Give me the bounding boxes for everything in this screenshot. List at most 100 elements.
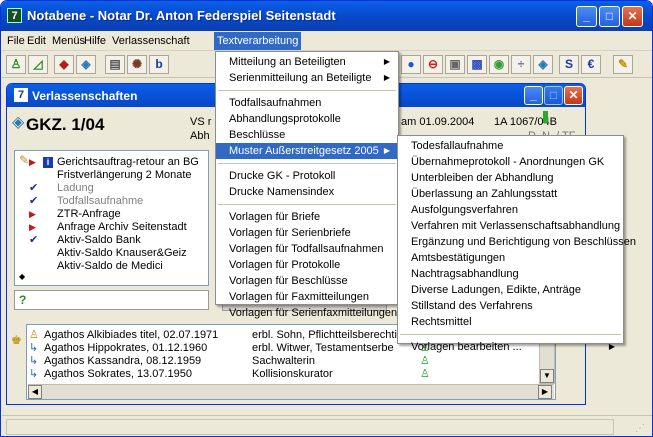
tree-item-label: Todfallsaufnahme — [57, 195, 144, 207]
menu-item[interactable]: Vorlagen für Protokolle — [216, 257, 398, 273]
document-icon[interactable]: ▤ — [105, 55, 125, 74]
child-close-button[interactable]: ✕ — [564, 86, 583, 105]
person-icon[interactable]: ♙ — [6, 55, 26, 74]
menu-item-label: Ausfolgungsverfahren — [411, 204, 519, 216]
menu-menues[interactable]: Menüs — [52, 35, 85, 47]
computer-icon[interactable]: ▩ — [467, 55, 487, 74]
menu-item[interactable]: Vorlagen für Briefe — [216, 209, 398, 225]
menu-item-label: Vorlagen für Briefe — [229, 211, 321, 223]
menu-textverarbeitung[interactable]: Textverarbeitung — [214, 32, 302, 50]
menu-item[interactable]: Vorlagen für Serienbriefe — [216, 225, 398, 241]
edit-pencil-icon[interactable]: ✎ — [19, 153, 29, 167]
menu-item-label: Rechtsmittel — [411, 316, 472, 328]
menu-item[interactable]: Vorlagen für Todfallsaufnahmen — [216, 241, 398, 257]
menu-item[interactable]: Stillstand des Verfahrens — [398, 298, 623, 314]
paragraph-icon[interactable]: S — [559, 55, 579, 74]
menu-item-label: Diverse Ladungen, Edikte, Anträge — [411, 284, 582, 296]
menu-item[interactable]: Unterbleiben der Abhandlung — [398, 170, 623, 186]
child-maximize-button[interactable]: □ — [544, 86, 563, 105]
info-icon: i — [43, 157, 53, 168]
menu-item[interactable]: Überlassung an Zahlungsstatt — [398, 186, 623, 202]
child-minimize-button[interactable]: _ — [524, 86, 543, 105]
submenu-arrow-icon: ▶ — [383, 57, 390, 66]
chart-icon[interactable]: ◿ — [28, 55, 48, 74]
menu-separator — [218, 163, 396, 164]
menu-hilfe[interactable]: Hilfe — [84, 35, 106, 47]
menu-item-label: Vorlagen für Beschlüsse — [229, 275, 348, 287]
scroll-down-button[interactable]: ▼ — [540, 369, 554, 383]
menu-separator — [218, 90, 396, 91]
globe-icon[interactable]: ● — [401, 55, 421, 74]
menu-edit[interactable]: Edit — [27, 35, 46, 47]
menu-item[interactable]: Drucke GK - Protokoll — [216, 168, 398, 184]
menu-item[interactable]: Abhandlungsprotokolle — [216, 111, 398, 127]
menu-item[interactable]: Amtsbestätigungen — [398, 250, 623, 266]
settings-icon[interactable]: ✺ — [127, 55, 147, 74]
party-name: Agathos Alkibiades titel, 02.07.1971 — [44, 329, 219, 341]
calculator-icon[interactable]: ÷ — [511, 55, 531, 74]
tree-item-label: ZTR-Anfrage — [57, 208, 121, 220]
menu-item[interactable]: Übernahmeprotokoll - Anordnungen GK — [398, 154, 623, 170]
euro-icon[interactable]: € — [581, 55, 601, 74]
menu-item[interactable]: Ausfolgungsverfahren — [398, 202, 623, 218]
tool-icon[interactable]: ◈ — [533, 55, 553, 74]
pencil-icon[interactable]: ✎ — [613, 55, 633, 74]
menu-item-label: Drucke Namensindex — [229, 186, 335, 198]
tree-item-label: Aktiv-Saldo Knauser&Geiz — [57, 247, 187, 259]
close-button[interactable]: ✕ — [622, 6, 643, 27]
app-icon[interactable]: 7 — [7, 8, 22, 23]
printer-icon[interactable]: ▣ — [445, 55, 465, 74]
maximize-button[interactable]: □ — [599, 6, 620, 27]
scroll-left-button[interactable]: ◀ — [28, 385, 42, 399]
menu-item[interactable]: Verfahren mit Verlassenschaftsabhandlung — [398, 218, 623, 234]
tree-expand-icon[interactable]: ◆ — [19, 272, 25, 281]
menu-item[interactable]: Rechtsmittel — [398, 314, 623, 330]
menu-item-label: Mitteilung an Beteiligten — [229, 56, 346, 68]
menu-item[interactable]: Mitteilung an Beteiligten ▶ — [216, 54, 398, 70]
eraser-icon[interactable]: ◈ — [76, 55, 96, 74]
party-name: Agathos Kassandra, 08.12.1959 — [44, 355, 202, 367]
menu-separator — [400, 334, 621, 335]
menu-item[interactable]: Vorlagen für Faxmitteilungen — [216, 289, 398, 305]
menu-item[interactable]: Drucke Namensindex — [216, 184, 398, 200]
book-icon[interactable]: ◆ — [54, 55, 74, 74]
menu-item[interactable]: Diverse Ladungen, Edikte, Anträge — [398, 282, 623, 298]
resize-grip-icon[interactable]: ⋰ — [635, 423, 647, 435]
menu-item[interactable]: Vorlagen für Beschlüsse — [216, 273, 398, 289]
menu-item-label: Amtsbestätigungen — [411, 252, 506, 264]
case-icon: ◈ — [12, 114, 25, 131]
menu-item[interactable]: Ergänzung und Berichtigung von Beschlüss… — [398, 234, 636, 250]
abh-label: Abh — [190, 130, 210, 142]
menu-item-label: Vorlagen für Faxmitteilungen — [229, 291, 370, 303]
menu-item-label: Vorlagen für Serienfaxmitteilungen — [229, 307, 398, 319]
menu-file[interactable]: File — [7, 35, 25, 47]
scroll-right-button[interactable]: ▶ — [538, 385, 552, 399]
menu-item[interactable]: Serienmitteilung an Beteiligte ▶ — [216, 70, 398, 86]
menu-item[interactable]: Todesfallaufnahme — [398, 138, 623, 154]
menu-item[interactable]: Nachtragsabhandlung — [398, 266, 623, 282]
menu-verlassenschaft[interactable]: Verlassenschaft — [112, 35, 190, 47]
menu-item-label: Beschlüsse — [229, 129, 286, 141]
bold-icon[interactable]: b — [149, 55, 169, 74]
menu-item[interactable]: Beschlüsse — [216, 127, 398, 143]
menu-item-label: Todesfallaufnahme — [411, 140, 504, 152]
menu-item-label: Verfahren mit Verlassenschaftsabhandlung — [411, 220, 621, 232]
menu-item[interactable]: Muster Außerstreitgesetz 2005 ▶ — [216, 143, 398, 159]
tree-search-input[interactable]: ? — [14, 290, 209, 310]
horizontal-scrollbar[interactable]: ◀ ▶ — [28, 384, 554, 399]
check-icon: ✔ — [29, 195, 39, 207]
submenu-arrow-icon: ▶ — [608, 342, 615, 351]
title-bar[interactable]: 7 Notabene - Notar Dr. Anton Federspiel … — [1, 1, 652, 31]
menu-item[interactable]: Vorlagen für Serienfaxmitteilungen — [216, 305, 398, 321]
minimize-button[interactable]: _ — [576, 6, 597, 27]
help-icon[interactable]: ? — [19, 293, 26, 307]
menu-item-label: Vorlagen für Todfallsaufnahmen — [229, 243, 384, 255]
menu-item[interactable]: Todfallsaufnahmen — [216, 95, 398, 111]
person-tree-icon: ↳ — [29, 342, 39, 354]
child-app-icon[interactable]: 7 — [14, 88, 28, 102]
green-shield-icon[interactable]: ◉ — [489, 55, 509, 74]
check-icon: ✔ — [29, 182, 39, 194]
menu-item[interactable]: Vorlagen bearbeiten ... ▶ — [398, 339, 623, 355]
stop-icon[interactable]: ⊖ — [423, 55, 443, 74]
activity-tree[interactable]: ✎ ▶ i Gerichtsauftrag-retour an BG Fristver… — [14, 150, 209, 286]
